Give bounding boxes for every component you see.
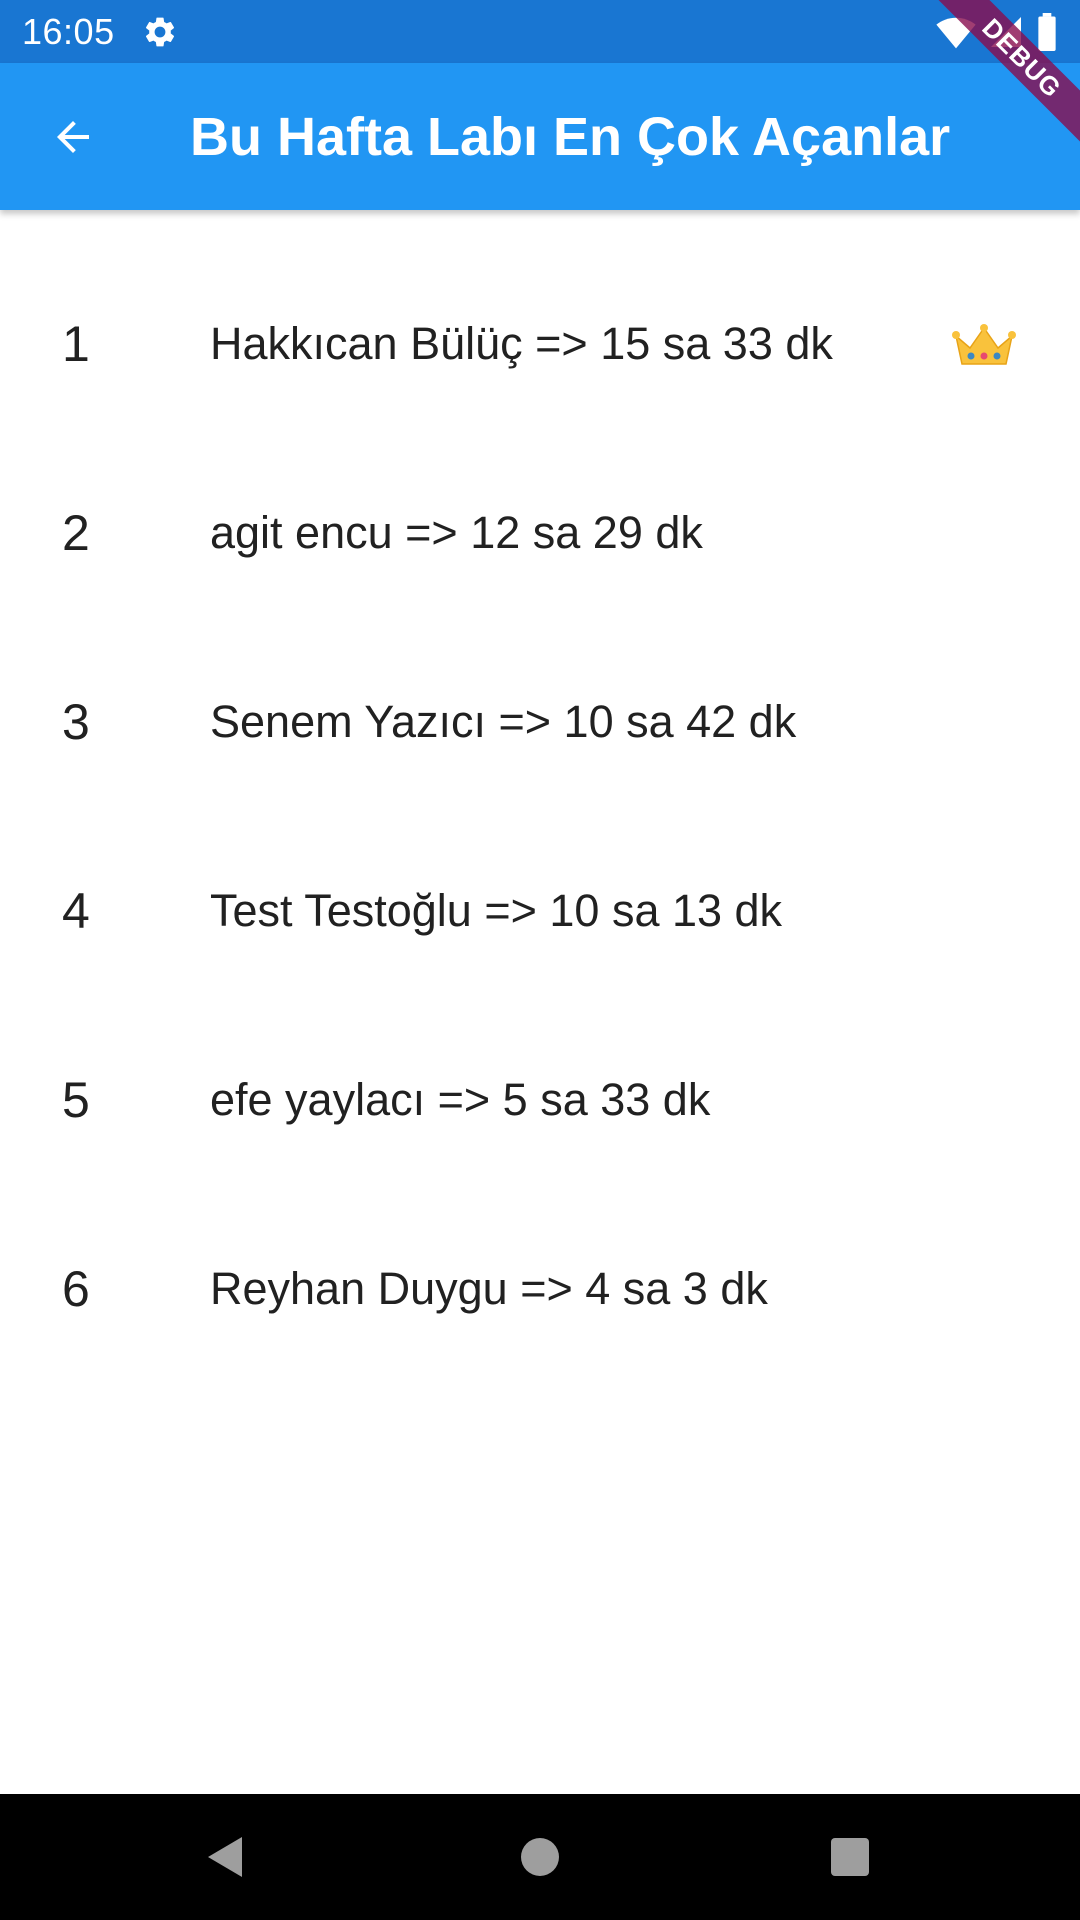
list-item[interactable]: 4 Test Testoğlu => 10 sa 13 dk <box>0 817 1080 1006</box>
nav-home-button[interactable] <box>510 1827 570 1887</box>
battery-icon <box>1038 13 1056 51</box>
gear-icon <box>145 17 175 47</box>
crown-icon <box>952 324 1016 365</box>
status-time: 16:05 <box>22 11 115 52</box>
navigation-bar <box>0 1794 1080 1920</box>
rank-number: 6 <box>62 1261 90 1317</box>
rank-number: 5 <box>62 1072 90 1128</box>
page-title: Bu Hafta Labı En Çok Açanlar <box>190 107 951 167</box>
arrow-back-icon <box>57 121 89 153</box>
leaderboard-list: 1 Hakkıcan Bülüç => 15 sa 33 dk 2 agit e… <box>0 250 1080 1384</box>
status-bar: 16:05 <box>0 0 1080 63</box>
list-item[interactable]: 1 Hakkıcan Bülüç => 15 sa 33 dk <box>0 250 1080 439</box>
rank-number: 2 <box>62 505 90 561</box>
nav-home-icon <box>521 1838 559 1876</box>
rank-number: 1 <box>62 316 90 372</box>
entry-text: efe yaylacı => 5 sa 33 dk <box>210 1074 711 1125</box>
nav-back-button[interactable] <box>194 1827 254 1887</box>
nav-recents-button[interactable] <box>820 1827 880 1887</box>
back-button[interactable] <box>30 94 116 180</box>
list-item[interactable]: 6 Reyhan Duygu => 4 sa 3 dk <box>0 1195 1080 1384</box>
entry-text: Hakkıcan Bülüç => 15 sa 33 dk <box>210 318 833 369</box>
list-item[interactable]: 2 agit encu => 12 sa 29 dk <box>0 439 1080 628</box>
entry-text: agit encu => 12 sa 29 dk <box>210 507 703 558</box>
entry-text: Test Testoğlu => 10 sa 13 dk <box>210 885 783 936</box>
list-item[interactable]: 5 efe yaylacı => 5 sa 33 dk <box>0 1006 1080 1195</box>
rank-number: 4 <box>62 883 90 939</box>
nav-back-icon <box>208 1837 242 1877</box>
screen: 16:05 Bu Hafta Labı En Çok Açanlar DEBUG… <box>0 0 1080 1920</box>
entry-text: Senem Yazıcı => 10 sa 42 dk <box>210 696 797 747</box>
rank-number: 3 <box>62 694 90 750</box>
app-bar: Bu Hafta Labı En Çok Açanlar <box>0 63 1080 210</box>
list-item[interactable]: 3 Senem Yazıcı => 10 sa 42 dk <box>0 628 1080 817</box>
nav-recents-icon <box>831 1838 869 1876</box>
entry-text: Reyhan Duygu => 4 sa 3 dk <box>210 1263 768 1314</box>
